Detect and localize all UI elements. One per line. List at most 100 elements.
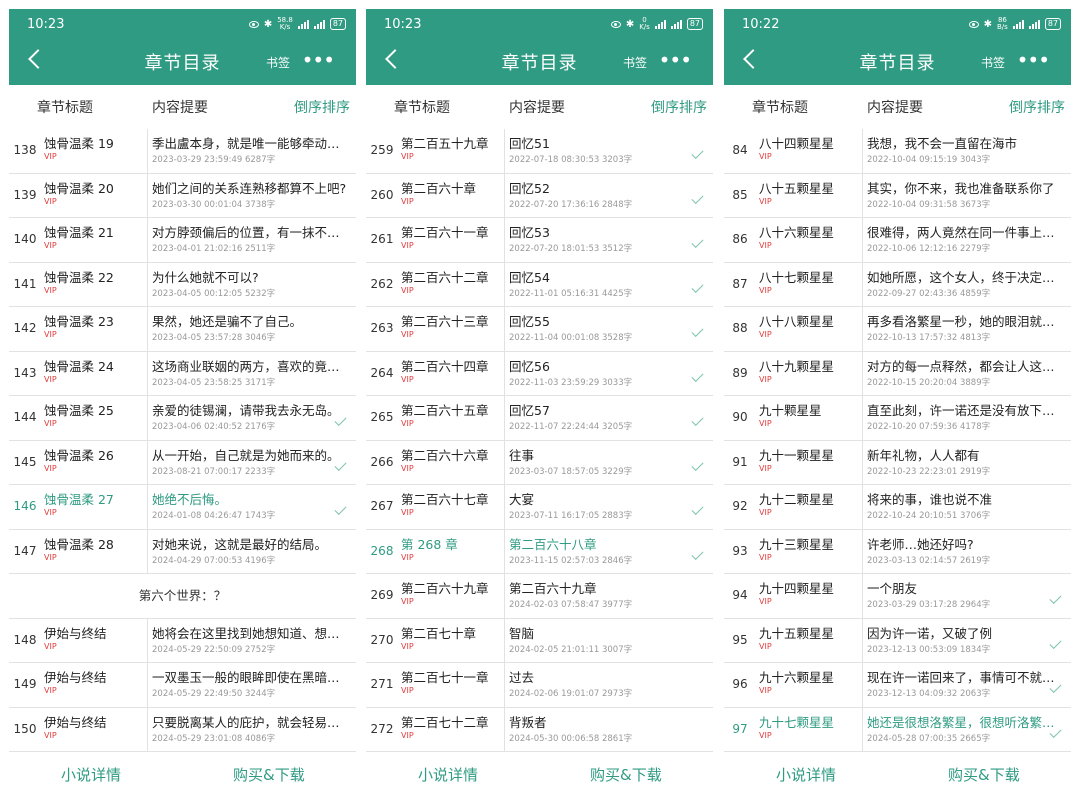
column-divider <box>862 485 863 529</box>
chapter-row[interactable]: 270 第二百七十章 VIP 智脑 2024-02-05 21:01:11 3007字 <box>366 618 713 663</box>
chapter-number: 143 <box>13 365 37 380</box>
chapter-row[interactable]: 91 九十一颗星星 VIP 新年礼物，人人都有 2022-10-23 22:23:01 … <box>724 440 1071 485</box>
chapter-meta: 2022-11-04 00:01:08 3528字 <box>509 333 633 343</box>
column-divider <box>504 485 505 529</box>
buy-download-button[interactable]: 购买&下载 <box>948 764 1020 785</box>
chapter-meta: 2022-07-18 08:30:53 3203字 <box>509 155 633 165</box>
chapter-row[interactable]: 267 第二百六十七章 VIP 大宴 2023-07-11 16:17:05 2883字 <box>366 485 713 530</box>
chapter-row[interactable]: 269 第二百六十九章 VIP 第二百六十九章 2024-02-03 07:58:47 … <box>366 574 713 619</box>
chapter-row[interactable]: 146 蚀骨温柔 27 VIP 她绝不后悔。 2024-01-08 04:26:47 1… <box>9 485 356 530</box>
chapter-title: 八十九颗星星 <box>759 358 835 374</box>
more-options-icon[interactable]: ••• <box>659 48 692 72</box>
column-title-label: 章节标题 <box>394 100 450 116</box>
chapter-row[interactable]: 145 蚀骨温柔 26 VIP 从一开始，自己就是为她而来的。 2023-08-21 0… <box>9 440 356 485</box>
novel-details-button[interactable]: 小说详情 <box>776 764 836 785</box>
reverse-sort-button[interactable]: 倒序排序 <box>651 97 707 117</box>
bottom-bar: 小说详情 购买&下载 <box>9 747 356 801</box>
vip-badge: VIP <box>44 152 57 161</box>
chapter-meta: 2022-10-06 12:12:16 2279字 <box>867 244 991 254</box>
chapter-row[interactable]: 90 九十颗星星 VIP 直至此刻，许一诺还是没有放下洛繁星 2022-10-20 07… <box>724 396 1071 441</box>
chapter-row[interactable]: 265 第二百六十五章 VIP 回忆57 2022-11-07 22:24:44 320… <box>366 396 713 441</box>
chapter-row[interactable]: 264 第二百六十四章 VIP 回忆56 2022-11-03 23:59:29 30… <box>366 351 713 396</box>
novel-details-button[interactable]: 小说详情 <box>418 764 478 785</box>
chapter-list: 259 第二百五十九章 VIP 回忆51 2022-07-18 08:30:53 320… <box>366 129 713 752</box>
chapter-summary: 大宴 <box>509 492 535 507</box>
reverse-sort-button[interactable]: 倒序排序 <box>294 97 350 117</box>
chapter-row[interactable]: 147 蚀骨温柔 28 VIP 对她来说，这就是最好的结局。 2024-04-29 07… <box>9 529 356 574</box>
vip-badge: VIP <box>401 241 414 250</box>
speed-unit: K/s <box>279 23 291 31</box>
chapter-meta: 2023-04-01 21:02:16 2511字 <box>152 244 276 254</box>
chapter-row[interactable]: 268 第 268 章 VIP 第二百六十八章 2023-11-15 02:57:03 … <box>366 529 713 574</box>
chapter-row[interactable]: 141 蚀骨温柔 22 VIP 为什么她就不可以? 2023-04-05 00:12:0… <box>9 262 356 307</box>
chapter-row[interactable]: 272 第二百七十二章 VIP 背叛者 2024-05-30 00:06:58 2861… <box>366 707 713 752</box>
bookmark-button[interactable]: 书签 <box>266 54 290 71</box>
chapter-row[interactable]: 95 九十五颗星星 VIP 因为许一诺，又破了例 2023-12-13 00:53:09… <box>724 618 1071 663</box>
chapter-row[interactable]: 87 八十七颗星星 VIP 如她所愿，这个女人，终于决定放过… 2022-09-27 0… <box>724 262 1071 307</box>
chapter-row[interactable]: 96 九十六颗星星 VIP 现在许一诺回来了，事情可不就不一… 2023-12-13 0… <box>724 663 1071 708</box>
chapter-meta: 2023-12-13 00:53:09 1834字 <box>867 644 991 655</box>
chapter-row[interactable]: 150 伊始与终结 VIP 只要脱离某人的庇护，就会轻易洞穿… 2024-05-29 2… <box>9 707 356 752</box>
chapter-row[interactable]: 263 第二百六十三章 VIP 回忆55 2022-11-04 00:01:08 352… <box>366 307 713 352</box>
chapter-number: 88 <box>732 321 748 335</box>
buy-download-button[interactable]: 购买&下载 <box>233 764 305 785</box>
chapter-summary: 对方的每一点释然，都会让人这么难过 <box>867 358 1065 374</box>
battery-icon: 87 <box>1044 18 1061 30</box>
bookmark-button[interactable]: 书签 <box>623 54 647 71</box>
status-time: 10:23 <box>27 16 65 32</box>
chapter-title: 伊始与终结 <box>44 714 107 730</box>
chapter-meta: 2023-03-30 00:01:04 3738字 <box>152 199 276 210</box>
chapter-meta: 2022-11-03 23:59:29 3033字 <box>509 377 633 388</box>
chapter-row[interactable]: 262 第二百六十二章 VIP 回忆54 2022-11-01 05:16:31 44… <box>366 262 713 307</box>
chapter-row[interactable]: 266 第二百六十六章 VIP 往事 2023-03-07 18:57:05 3229字 <box>366 440 713 485</box>
chapter-row[interactable]: 149 伊始与终结 VIP 一双墨玉一般的眼眸即使在黑暗中仍… 2024-05-29 2… <box>9 663 356 708</box>
chapter-row[interactable]: 143 蚀骨温柔 24 VIP 这场商业联姻的两方，喜欢的竟然都… 2023-04-05… <box>9 351 356 396</box>
chapter-row[interactable]: 89 八十九颗星星 VIP 对方的每一点释然，都会让人这么难过 2022-10-15 2… <box>724 351 1071 396</box>
chapter-meta: 2022-07-20 18:01:53 3512字 <box>509 244 633 254</box>
bookmark-button[interactable]: 书签 <box>981 54 1005 71</box>
chapter-row[interactable]: 97 九十七颗星星 VIP 她还是很想洛繁星，很想听洛繁星… 2024-05-28 07… <box>724 707 1071 752</box>
chapter-row[interactable]: 260 第二百六十章 VIP 回忆52 2022-07-20 17:36:16 284… <box>366 173 713 218</box>
column-divider <box>862 529 863 573</box>
vip-badge: VIP <box>401 285 414 295</box>
chapter-row[interactable]: 94 九十四颗星星 VIP 一个朋友 2023-03-29 03:17:28 2964字 <box>724 574 1071 619</box>
chapter-row[interactable]: 92 九十二颗星星 VIP 将来的事，谁也说不准 2022-10-24 20:10:51… <box>724 485 1071 530</box>
chapter-title: 八十八颗星星 <box>759 314 835 329</box>
buy-download-button[interactable]: 购买&下载 <box>590 764 662 785</box>
chapter-title: 第二百五十九章 <box>401 136 489 151</box>
chapter-summary: 为什么她就不可以? <box>152 269 259 285</box>
vip-badge: VIP <box>759 152 772 161</box>
chapter-row[interactable]: 84 八十四颗星星 VIP 我想，我不会一直留在海市 2022-10-04 09:15:… <box>724 129 1071 174</box>
column-divider <box>862 351 863 395</box>
novel-details-button[interactable]: 小说详情 <box>61 764 121 785</box>
eye-icon <box>610 20 621 28</box>
chapter-summary: 回忆54 <box>509 269 550 285</box>
more-options-icon[interactable]: ••• <box>302 48 335 72</box>
more-options-icon[interactable]: ••• <box>1017 48 1050 72</box>
column-divider <box>862 663 863 707</box>
reverse-sort-button[interactable]: 倒序排序 <box>1009 97 1065 117</box>
chapter-row[interactable]: 93 九十三颗星星 VIP 许老师…她还好吗? 2023-03-13 02:14:57 … <box>724 529 1071 574</box>
vip-badge: VIP <box>401 374 414 384</box>
chapter-row[interactable]: 140 蚀骨温柔 21 VIP 对方脖颈偏后的位置，有一抹不太明… 2023-04-01… <box>9 218 356 263</box>
chapter-row[interactable]: 138 蚀骨温柔 19 VIP 季出盧本身，就是唯一能够牵动她本… 2023-03-29… <box>9 129 356 174</box>
chapter-row[interactable]: 271 第二百七十一章 VIP 过去 2024-02-06 19:01:07 2973字 <box>366 663 713 708</box>
chapter-summary: 背叛者 <box>509 714 547 730</box>
chapter-meta: 2022-10-23 22:23:01 2919字 <box>867 466 991 477</box>
chapter-number: 265 <box>370 410 394 424</box>
chapter-row[interactable]: 148 伊始与终结 VIP 她将会在这里找到她想知道、想记起… 2024-05-29 2… <box>9 618 356 663</box>
chapter-row[interactable]: 261 第二百六十一章 VIP 回忆53 2022-07-20 18:01:53 351… <box>366 218 713 263</box>
chapter-row[interactable]: 85 八十五颗星星 VIP 其实，你不来，我也准备联系你了 2022-10-04 09:… <box>724 173 1071 218</box>
chapter-meta: 2023-04-05 00:12:05 5232字 <box>152 288 276 299</box>
chapter-meta: 2024-05-29 22:50:09 2752字 <box>152 644 276 655</box>
column-divider <box>504 307 505 351</box>
chapter-title: 八十七颗星星 <box>759 269 835 285</box>
chapter-row[interactable]: 259 第二百五十九章 VIP 回忆51 2022-07-18 08:30:53 320… <box>366 129 713 174</box>
chapter-number: 91 <box>732 454 748 469</box>
chapter-row[interactable]: 144 蚀骨温柔 25 VIP 亲爱的徒锡澜，请带我去永无岛。 2023-04-06 0… <box>9 396 356 441</box>
chapter-row[interactable]: 139 蚀骨温柔 20 VIP 她们之间的关系连熟移都算不上吧? 2023-03-30 … <box>9 173 356 218</box>
chapter-row[interactable]: 142 蚀骨温柔 23 VIP 果然，她还是骗不了自己。 2023-04-05 23:5… <box>9 307 356 352</box>
chapter-number: 259 <box>370 143 394 157</box>
chapter-row[interactable]: 86 八十六颗星星 VIP 很难得，两人竟然在同一件事上这么… 2022-10-06 1… <box>724 218 1071 263</box>
chapter-row[interactable]: 88 八十八颗星星 VIP 再多看洛繁星一秒，她的眼泪就会流… 2022-10-13 1… <box>724 307 1071 352</box>
